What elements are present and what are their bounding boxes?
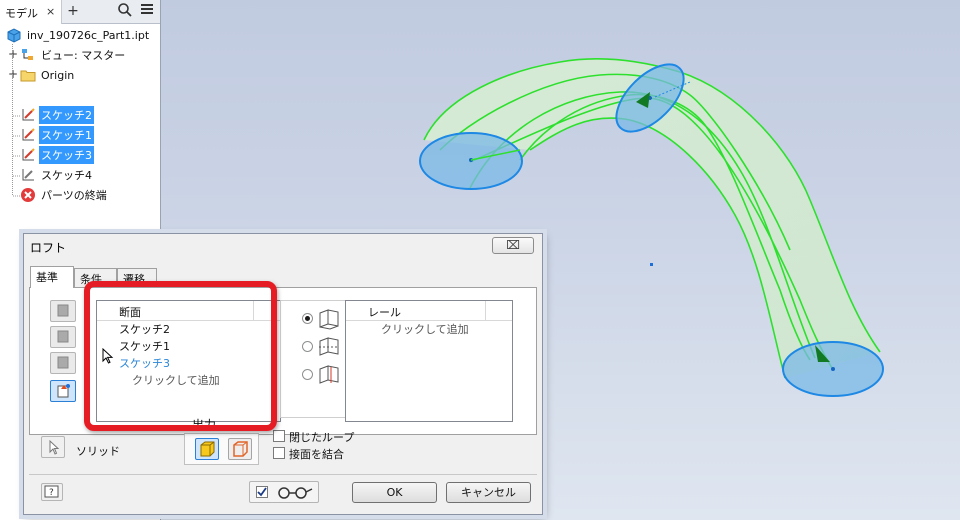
- rails-list-header: レール: [346, 301, 512, 321]
- rail-mode-radio-3[interactable]: [302, 369, 313, 380]
- ok-button[interactable]: OK: [352, 482, 437, 503]
- merge-tangent-label: 接面を結合: [289, 448, 344, 461]
- search-icon[interactable]: [116, 2, 134, 20]
- tree-item-label: inv_190726c_Part1.ipt: [27, 28, 150, 42]
- tree-item-label: ビュー: マスター: [41, 49, 126, 62]
- surface-output-button[interactable]: [228, 438, 252, 460]
- glasses-icon: [278, 487, 313, 499]
- tree-guides: [12, 44, 20, 197]
- help-button[interactable]: ?: [41, 483, 63, 501]
- rails-mode-button[interactable]: [50, 326, 76, 348]
- solid-label: ソリッド: [76, 445, 120, 458]
- area-loft-button[interactable]: [50, 380, 76, 402]
- browser-header: モデル × +: [0, 0, 160, 24]
- tree-item-label: パーツの終端: [41, 189, 107, 202]
- tree-item-label: スケッチ1: [39, 126, 94, 144]
- closed-loop-checkbox[interactable]: [273, 430, 285, 442]
- tree-item-label: スケッチ2: [39, 106, 94, 124]
- rails-list[interactable]: レール クリックして追加: [345, 300, 513, 422]
- closed-loop-label: 閉じたループ: [289, 431, 355, 444]
- rail-mode-radio-2[interactable]: [302, 341, 313, 352]
- rails-header: レール: [346, 301, 486, 320]
- solid-selector-button[interactable]: [41, 436, 65, 458]
- tab-close-icon[interactable]: ×: [46, 5, 55, 18]
- area-loft-icon: [319, 365, 339, 384]
- close-button[interactable]: ⌧: [492, 237, 534, 254]
- svg-text:?: ?: [49, 488, 54, 498]
- rail-mode-radio-1[interactable]: [302, 313, 313, 324]
- tab-model-label: モデル: [5, 7, 38, 20]
- profile-sketch3: [782, 341, 884, 397]
- solid-output-button[interactable]: [195, 438, 219, 460]
- dialog-title: ロフト: [30, 241, 67, 255]
- sections-mode-button[interactable]: [50, 300, 76, 322]
- profile-sketch2: [419, 132, 523, 190]
- origin-point: [650, 263, 653, 266]
- tab-basic[interactable]: 基準: [30, 266, 74, 288]
- menu-icon[interactable]: [138, 2, 156, 20]
- cancel-button[interactable]: キャンセル: [446, 482, 531, 503]
- rails-add-hint[interactable]: クリックして追加: [346, 321, 512, 338]
- tree-item-label: Origin: [41, 68, 75, 82]
- centerline-mode-button[interactable]: [50, 352, 76, 374]
- preview-checkbox[interactable]: [256, 486, 268, 498]
- tree-item-label: スケッチ3: [39, 146, 94, 164]
- centerline-icon: [319, 337, 339, 356]
- rail-icon: [319, 309, 339, 330]
- tree-item-label: スケッチ4: [41, 169, 92, 182]
- merge-tangent-checkbox[interactable]: [273, 447, 285, 459]
- highlight-frame: [84, 281, 277, 431]
- add-tab-button[interactable]: +: [64, 2, 82, 20]
- preview-toggle[interactable]: [249, 481, 319, 503]
